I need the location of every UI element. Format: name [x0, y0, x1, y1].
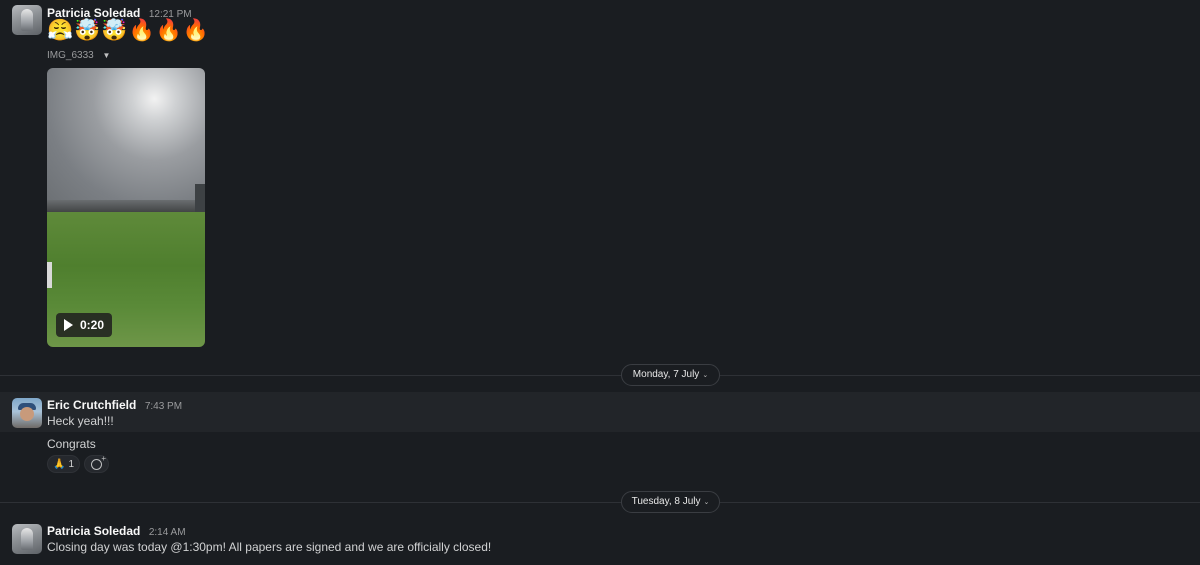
timestamp[interactable]: 2:14 AM: [149, 527, 186, 538]
avatar-face: [20, 407, 34, 421]
video-thumbnail-post: [47, 262, 52, 288]
file-name: IMG_6333: [47, 50, 94, 61]
date-divider-line: [0, 502, 1200, 503]
author-name[interactable]: Eric Crutchfield: [47, 398, 136, 412]
avatar[interactable]: [12, 5, 42, 35]
add-reaction-icon: [91, 454, 106, 470]
message-text: Congrats: [47, 437, 96, 451]
date-label: Monday, 7 July: [632, 369, 700, 380]
message-patricia-1: Patricia Soledad 12:21 PM 😤🤯🤯🔥🔥🔥 IMG_633…: [0, 0, 1200, 355]
add-reaction-button[interactable]: [84, 454, 109, 473]
reaction-pray[interactable]: 🙏 1: [47, 455, 80, 473]
avatar[interactable]: [12, 524, 42, 554]
play-button[interactable]: 0:20: [56, 313, 112, 337]
reaction-count: 1: [68, 458, 74, 470]
date-divider-tuesday[interactable]: Tuesday, 8 July ⌄: [621, 491, 720, 513]
author-name[interactable]: Patricia Soledad: [47, 524, 140, 538]
avatar-figure: [21, 528, 33, 550]
date-divider-monday[interactable]: Monday, 7 July ⌄: [621, 364, 720, 386]
play-icon: [64, 319, 73, 331]
message-header: Eric Crutchfield 7:43 PM: [47, 396, 182, 414]
chevron-down-icon: ⌄: [703, 499, 710, 506]
message-text: Heck yeah!!!: [47, 414, 114, 428]
message-text: Closing day was today @1:30pm! All paper…: [47, 540, 492, 554]
pray-emoji: 🙏: [52, 458, 66, 470]
timestamp[interactable]: 7:43 PM: [145, 401, 182, 412]
message-header: Patricia Soledad 2:14 AM: [47, 522, 186, 540]
message-eric: Eric Crutchfield 7:43 PM Heck yeah!!! Co…: [0, 392, 1200, 482]
message-feed: Patricia Soledad 12:21 PM 😤🤯🤯🔥🔥🔥 IMG_633…: [0, 0, 1200, 565]
chevron-down-icon: ⌄: [702, 372, 709, 379]
video-thumbnail-sky: [47, 68, 205, 208]
video-attachment[interactable]: 0:20: [47, 68, 205, 347]
emoji-message: 😤🤯🤯🔥🔥🔥: [47, 19, 210, 42]
video-duration: 0:20: [80, 318, 105, 332]
file-name-toggle[interactable]: IMG_6333 ▼: [47, 50, 110, 61]
avatar-figure: [21, 9, 33, 31]
date-label: Tuesday, 8 July: [631, 496, 701, 507]
date-divider-line: [0, 375, 1200, 376]
message-patricia-2: Patricia Soledad 2:14 AM Closing day was…: [0, 518, 1200, 565]
avatar[interactable]: [12, 398, 42, 428]
caret-down-icon: ▼: [102, 51, 111, 60]
